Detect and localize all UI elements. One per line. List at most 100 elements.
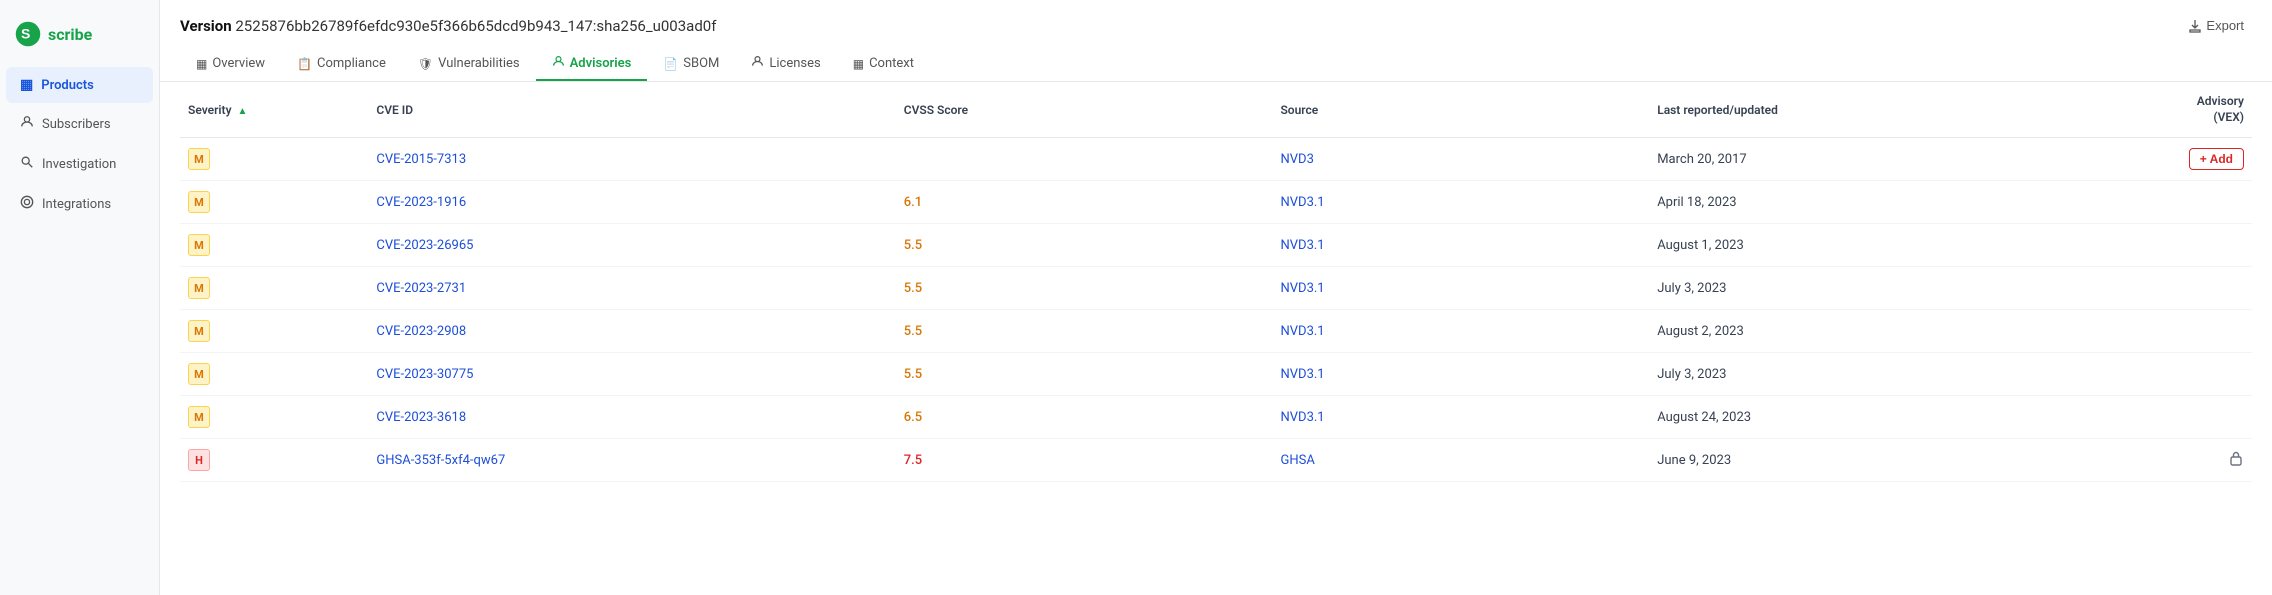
advisories-table: Severity ▲ CVE ID CVSS Score Source Last…	[180, 82, 2252, 482]
cell-source-6: NVD3.1	[1272, 396, 1649, 439]
subscribers-icon	[20, 115, 34, 133]
sidebar-item-investigation[interactable]: Investigation	[6, 145, 153, 183]
licenses-tab-icon	[751, 55, 764, 71]
cell-cvss-0	[896, 138, 1273, 181]
add-advisory-button[interactable]: + Add	[2189, 148, 2244, 170]
export-label: Export	[2206, 18, 2244, 33]
table-row: MCVE-2023-269655.5NVD3.1August 1, 2023	[180, 224, 2252, 267]
cvss-score-value: 7.5	[904, 453, 922, 468]
cell-severity-5: M	[180, 353, 368, 396]
logo-area: S scribe	[0, 10, 159, 66]
tab-sbom-label: SBOM	[683, 56, 719, 71]
cell-last-reported-0: March 20, 2017	[1649, 138, 2026, 181]
cve-id-header-label: CVE ID	[376, 103, 413, 117]
cell-advisory-0: + Add	[2026, 138, 2252, 181]
cell-source-3: NVD3.1	[1272, 267, 1649, 310]
cell-cve-id-2: CVE-2023-26965	[368, 224, 895, 267]
cvss-score-value: 5.5	[904, 324, 922, 339]
cell-advisory-3	[2026, 267, 2252, 310]
cell-last-reported-1: April 18, 2023	[1649, 181, 2026, 224]
export-button[interactable]: Export	[2181, 14, 2252, 37]
tab-overview[interactable]: ▦ Overview	[180, 48, 281, 81]
sidebar-item-products[interactable]: ▦ Products	[6, 67, 153, 103]
source-value: NVD3.1	[1280, 367, 1324, 382]
compliance-tab-icon: 📋	[297, 57, 312, 71]
cell-last-reported-6: August 24, 2023	[1649, 396, 2026, 439]
cve-link[interactable]: CVE-2023-3618	[376, 410, 466, 425]
tab-licenses[interactable]: Licenses	[735, 47, 836, 81]
svg-text:S: S	[21, 25, 30, 41]
tab-context[interactable]: ▦ Context	[837, 48, 930, 81]
scribe-logo-icon: S	[14, 20, 42, 48]
cell-advisory-5	[2026, 353, 2252, 396]
tabs-bar: ▦ Overview 📋 Compliance 🛡 Vulnerabilitie…	[180, 47, 2252, 81]
cvss-score-value: 6.1	[904, 195, 922, 210]
cve-link[interactable]: CVE-2023-30775	[376, 367, 473, 382]
logo-text: scribe	[48, 25, 92, 44]
source-header-label: Source	[1280, 103, 1318, 117]
cell-last-reported-2: August 1, 2023	[1649, 224, 2026, 267]
cve-link[interactable]: GHSA-353f-5xf4-qw67	[376, 453, 505, 468]
cvss-score-value: 5.5	[904, 281, 922, 296]
sidebar-item-subscribers[interactable]: Subscribers	[6, 105, 153, 143]
context-tab-icon: ▦	[853, 57, 864, 71]
cell-advisory-6	[2026, 396, 2252, 439]
export-icon	[2189, 19, 2201, 33]
cve-link[interactable]: CVE-2023-2731	[376, 281, 466, 296]
cell-severity-7: H	[180, 439, 368, 482]
source-value: NVD3.1	[1280, 410, 1324, 425]
tab-context-label: Context	[869, 56, 914, 71]
cvss-score-value: 5.5	[904, 367, 922, 382]
severity-badge: H	[188, 449, 210, 471]
severity-badge: M	[188, 320, 210, 342]
cve-link[interactable]: CVE-2023-2908	[376, 324, 466, 339]
cvss-score-value: 6.5	[904, 410, 922, 425]
tab-advisories[interactable]: Advisories	[536, 47, 648, 81]
investigation-icon	[20, 155, 34, 173]
cell-severity-4: M	[180, 310, 368, 353]
sidebar-item-subscribers-label: Subscribers	[42, 117, 111, 132]
cell-source-1: NVD3.1	[1272, 181, 1649, 224]
cve-link[interactable]: CVE-2023-1916	[376, 195, 466, 210]
tab-sbom[interactable]: 📄 SBOM	[647, 48, 735, 81]
cell-cvss-3: 5.5	[896, 267, 1273, 310]
tab-vulnerabilities-label: Vulnerabilities	[438, 56, 520, 71]
cell-last-reported-5: July 3, 2023	[1649, 353, 2026, 396]
cve-link[interactable]: CVE-2023-26965	[376, 238, 473, 253]
cell-cve-id-4: CVE-2023-2908	[368, 310, 895, 353]
cell-cve-id-3: CVE-2023-2731	[368, 267, 895, 310]
col-header-severity[interactable]: Severity ▲	[180, 82, 368, 138]
col-header-cve-id: CVE ID	[368, 82, 895, 138]
cell-cve-id-0: CVE-2015-7313	[368, 138, 895, 181]
table-row: M CVE-2023-1916 6.1 NVD3.1 April 18, 2023	[180, 181, 2252, 224]
lock-icon[interactable]	[2228, 454, 2244, 470]
table-row: M CVE-2015-7313 NVD3March 20, 2017 + Add	[180, 138, 2252, 181]
sidebar-item-investigation-label: Investigation	[42, 157, 116, 172]
cell-cvss-6: 6.5	[896, 396, 1273, 439]
col-header-advisory: Advisory(VEX)	[2026, 82, 2252, 138]
cell-cvss-5: 5.5	[896, 353, 1273, 396]
source-value: NVD3.1	[1280, 324, 1324, 339]
cell-source-0: NVD3	[1272, 138, 1649, 181]
cell-advisory-2	[2026, 224, 2252, 267]
cell-severity-2: M	[180, 224, 368, 267]
cell-last-reported-3: July 3, 2023	[1649, 267, 2026, 310]
severity-badge: M	[188, 191, 210, 213]
sbom-tab-icon: 📄	[663, 57, 678, 71]
cell-cvss-1: 6.1	[896, 181, 1273, 224]
tab-vulnerabilities[interactable]: 🛡 Vulnerabilities	[402, 48, 536, 81]
cell-cve-id-5: CVE-2023-30775	[368, 353, 895, 396]
cvss-score-header-label: CVSS Score	[904, 103, 968, 117]
cell-cvss-2: 5.5	[896, 224, 1273, 267]
cve-link[interactable]: CVE-2015-7313	[376, 152, 466, 167]
sidebar-item-integrations[interactable]: Integrations	[6, 185, 153, 223]
cell-last-reported-7: June 9, 2023	[1649, 439, 2026, 482]
source-value: NVD3.1	[1280, 195, 1324, 210]
severity-badge: M	[188, 363, 210, 385]
tab-compliance[interactable]: 📋 Compliance	[281, 48, 402, 81]
overview-tab-icon: ▦	[196, 57, 207, 71]
sidebar-item-products-label: Products	[41, 78, 94, 93]
advisories-tab-icon	[552, 55, 565, 71]
vulnerabilities-tab-icon: 🛡	[418, 57, 433, 71]
severity-badge: M	[188, 148, 210, 170]
